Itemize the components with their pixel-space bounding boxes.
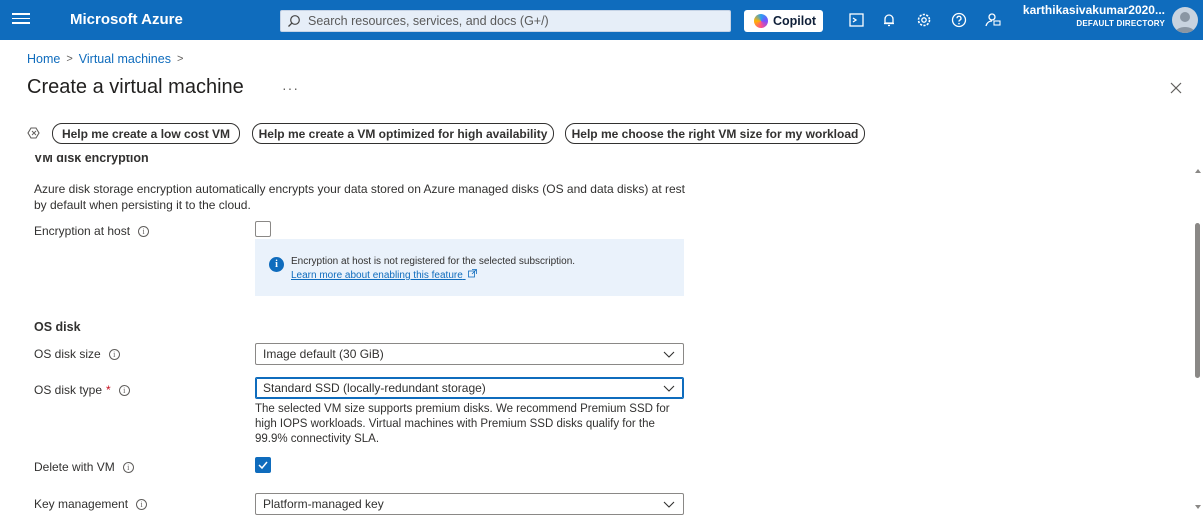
settings-icon[interactable]	[915, 11, 933, 29]
key-management-value: Platform-managed key	[263, 497, 384, 511]
notifications-icon[interactable]	[880, 11, 898, 29]
os-disk-type-value: Standard SSD (locally-redundant storage)	[263, 381, 486, 395]
encryption-info-banner: i Encryption at host is not registered f…	[255, 239, 684, 296]
encryption-at-host-checkbox[interactable]	[255, 221, 271, 237]
close-icon[interactable]	[1168, 80, 1184, 96]
search-icon	[288, 15, 300, 27]
chevron-down-icon	[663, 351, 675, 358]
prompt-vm-size-button[interactable]: Help me choose the right VM size for my …	[565, 123, 865, 144]
account-username: karthikasivakumar2020...	[1022, 3, 1165, 17]
menu-icon[interactable]	[12, 10, 30, 30]
os-disk-type-label: OS disk type * i	[34, 383, 130, 397]
info-icon[interactable]: i	[108, 348, 120, 360]
account-menu[interactable]: karthikasivakumar2020... DEFAULT DIRECTO…	[1015, 3, 1165, 28]
required-mark: *	[106, 383, 111, 397]
delete-with-vm-text: Delete with VM	[34, 460, 115, 474]
chevron-down-icon	[663, 501, 675, 508]
disk-encryption-description: Azure disk storage encryption automatica…	[34, 182, 685, 212]
breadcrumb: Home > Virtual machines >	[27, 52, 183, 66]
os-disk-size-value: Image default (30 GiB)	[263, 347, 384, 361]
feedback-icon[interactable]	[984, 11, 1002, 29]
global-search[interactable]	[280, 10, 731, 32]
scrollbar-thumb[interactable]	[1195, 223, 1200, 378]
info-icon[interactable]: i	[122, 461, 134, 473]
prompt-low-cost-vm-button[interactable]: Help me create a low cost VM	[52, 123, 240, 144]
os-disk-type-text: OS disk type	[34, 383, 103, 397]
vm-disk-encryption-heading: VM disk encryption	[34, 155, 149, 165]
breadcrumb-chevron-icon: >	[66, 53, 73, 65]
account-directory: DEFAULT DIRECTORY	[1076, 19, 1165, 28]
avatar[interactable]	[1172, 7, 1198, 33]
copilot-button[interactable]: Copilot	[744, 10, 823, 32]
checkmark-icon	[258, 461, 268, 470]
top-bar: Microsoft Azure Copilot karthikasivakuma…	[0, 0, 1203, 40]
info-icon[interactable]: i	[136, 498, 148, 510]
search-input[interactable]	[308, 13, 718, 29]
scrollbar[interactable]	[1190, 155, 1203, 515]
info-circle-icon: i	[269, 257, 284, 272]
key-management-select[interactable]: Platform-managed key	[255, 493, 684, 515]
key-management-text: Key management	[34, 497, 129, 511]
delete-with-vm-label: Delete with VM i	[34, 460, 134, 474]
breadcrumb-virtual-machines[interactable]: Virtual machines	[79, 52, 171, 66]
cloud-shell-icon[interactable]	[848, 11, 866, 29]
more-options-button[interactable]: ···	[282, 80, 299, 96]
os-disk-size-label: OS disk size i	[34, 347, 120, 361]
learn-more-text: Learn more about enabling this feature	[291, 270, 463, 281]
scroll-up-icon[interactable]	[1195, 169, 1201, 173]
breadcrumb-home[interactable]: Home	[27, 52, 60, 66]
encryption-at-host-text: Encryption at host	[34, 224, 131, 238]
key-management-label: Key management i	[34, 497, 148, 511]
encryption-at-host-label: Encryption at host i	[34, 224, 150, 238]
encryption-info-message: Encryption at host is not registered for…	[291, 256, 576, 267]
scroll-down-icon[interactable]	[1195, 505, 1201, 509]
learn-more-link[interactable]: Learn more about enabling this feature	[291, 269, 477, 281]
os-disk-size-select[interactable]: Image default (30 GiB)	[255, 343, 684, 365]
os-disk-type-help: The selected VM size supports premium di…	[255, 403, 670, 445]
chevron-down-icon	[663, 385, 675, 392]
page-title: Create a virtual machine	[27, 76, 244, 98]
external-link-icon	[467, 269, 477, 278]
os-disk-heading: OS disk	[34, 320, 81, 334]
help-icon[interactable]	[950, 11, 968, 29]
copilot-prompt-icon	[27, 127, 40, 139]
prompt-high-availability-button[interactable]: Help me create a VM optimized for high a…	[252, 123, 554, 144]
avatar-person-icon	[1175, 12, 1195, 33]
info-icon[interactable]: i	[118, 384, 130, 396]
brand-title[interactable]: Microsoft Azure	[70, 11, 183, 28]
delete-with-vm-checkbox[interactable]	[255, 457, 271, 473]
copilot-logo-icon	[754, 14, 768, 28]
form-content: VM disk encryption Azure disk storage en…	[0, 155, 1190, 515]
info-icon[interactable]: i	[138, 225, 150, 237]
breadcrumb-chevron-icon: >	[176, 53, 184, 65]
os-disk-size-text: OS disk size	[34, 347, 101, 361]
os-disk-type-select[interactable]: Standard SSD (locally-redundant storage)	[255, 377, 684, 399]
copilot-label: Copilot	[773, 14, 817, 28]
